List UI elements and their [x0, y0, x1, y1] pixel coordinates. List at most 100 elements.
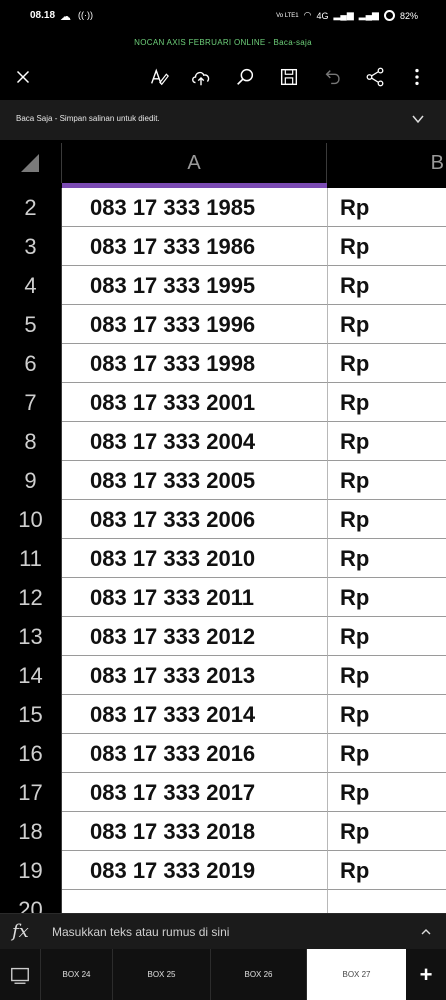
cell-a[interactable]: 083 17 333 1998 — [62, 344, 328, 383]
row-header[interactable]: 12 — [0, 578, 62, 617]
fx-icon: fx — [12, 921, 29, 942]
table-row: 12 083 17 333 2011 Rp — [0, 578, 446, 617]
hotspot-icon: ((·)) — [78, 10, 93, 20]
chevron-up-icon[interactable] — [420, 926, 432, 938]
cell-b[interactable]: Rp — [328, 656, 446, 695]
status-right: Vo LTE1 ◠ 4G ▂▄▆ ▂▄▆ 82% — [276, 10, 418, 21]
tab-box-27[interactable]: BOX 27 — [306, 949, 406, 1000]
cell-b[interactable]: Rp — [328, 383, 446, 422]
table-row: 6 083 17 333 1998 Rp — [0, 344, 446, 383]
cell-b[interactable]: Rp — [328, 227, 446, 266]
cell-b[interactable]: Rp — [328, 734, 446, 773]
formula-input[interactable]: Masukkan teks atau rumus di sini — [52, 925, 229, 939]
volte-label: Vo LTE1 — [276, 12, 299, 19]
row-header[interactable]: 8 — [0, 422, 62, 461]
cell-b[interactable]: Rp — [328, 812, 446, 851]
cell-a[interactable]: 083 17 333 2014 — [62, 695, 328, 734]
column-header-b[interactable]: B — [328, 143, 446, 183]
cell-a[interactable]: 083 17 333 2016 — [62, 734, 328, 773]
tab-box-24[interactable]: BOX 24 — [40, 949, 112, 1000]
table-row: 16 083 17 333 2016 Rp — [0, 734, 446, 773]
chevron-down-icon[interactable] — [410, 111, 426, 127]
row-header[interactable]: 20 — [0, 890, 62, 913]
row-header[interactable]: 10 — [0, 500, 62, 539]
row-header[interactable]: 5 — [0, 305, 62, 344]
cell-b[interactable]: Rp — [328, 266, 446, 305]
cell-a[interactable]: 083 17 333 2019 — [62, 851, 328, 890]
cell-b[interactable]: Rp — [328, 851, 446, 890]
cell-b[interactable]: Rp — [328, 695, 446, 734]
cell-a[interactable]: 083 17 333 2001 — [62, 383, 328, 422]
sheets-list-button[interactable] — [0, 949, 40, 1000]
table-row: 2 083 17 333 1985 Rp — [0, 188, 446, 227]
row-header[interactable]: 14 — [0, 656, 62, 695]
share-icon[interactable] — [362, 64, 388, 90]
table-row: 19 083 17 333 2019 Rp — [0, 851, 446, 890]
spreadsheet-grid: A B 2 083 17 333 1985 Rp 3 083 17 333 1986 Rp… — [0, 143, 446, 913]
signal-icon: ▂▄▆ — [333, 10, 354, 20]
cell-b[interactable]: Rp — [328, 539, 446, 578]
cell-a[interactable]: 083 17 333 1986 — [62, 227, 328, 266]
select-all-corner[interactable] — [0, 143, 62, 183]
save-icon[interactable] — [276, 64, 302, 90]
cell-a[interactable]: 083 17 333 2012 — [62, 617, 328, 656]
more-icon[interactable] — [404, 64, 430, 90]
tab-box-26[interactable]: BOX 26 — [210, 949, 306, 1000]
cell-a[interactable]: 083 17 333 2017 — [62, 773, 328, 812]
cell-b[interactable]: Rp — [328, 578, 446, 617]
cell-a[interactable]: 083 17 333 1995 — [62, 266, 328, 305]
undo-icon[interactable] — [320, 64, 346, 90]
column-header-a[interactable]: A — [62, 143, 327, 183]
cell-a[interactable]: 083 17 333 2011 — [62, 578, 328, 617]
cell-b[interactable]: Rp — [328, 461, 446, 500]
cell-b[interactable] — [328, 890, 446, 913]
cell-a[interactable]: 083 17 333 2004 — [62, 422, 328, 461]
wifi-icon: ◠ — [303, 10, 312, 20]
row-header[interactable]: 6 — [0, 344, 62, 383]
cell-a[interactable]: 083 17 333 2010 — [62, 539, 328, 578]
row-header[interactable]: 13 — [0, 617, 62, 656]
cell-b[interactable]: Rp — [328, 773, 446, 812]
formula-bar[interactable]: fx Masukkan teks atau rumus di sini — [0, 913, 446, 949]
row-header[interactable]: 17 — [0, 773, 62, 812]
cell-b[interactable]: Rp — [328, 617, 446, 656]
cell-a[interactable]: 083 17 333 2005 — [62, 461, 328, 500]
table-row: 10 083 17 333 2006 Rp — [0, 500, 446, 539]
cell-b[interactable]: Rp — [328, 500, 446, 539]
search-icon[interactable] — [232, 64, 258, 90]
network-label: 4G — [316, 10, 329, 21]
cloud-upload-icon[interactable] — [188, 64, 214, 90]
row-header[interactable]: 4 — [0, 266, 62, 305]
cell-b[interactable]: Rp — [328, 344, 446, 383]
row-header[interactable]: 7 — [0, 383, 62, 422]
row-header[interactable]: 15 — [0, 695, 62, 734]
row-header[interactable]: 16 — [0, 734, 62, 773]
cell-b[interactable]: Rp — [328, 422, 446, 461]
cell-a[interactable]: 083 17 333 1985 — [62, 188, 328, 227]
banner-text: Baca Saja - Simpan salinan untuk diedit. — [16, 114, 160, 123]
row-header[interactable]: 3 — [0, 227, 62, 266]
signal-icon-2: ▂▄▆ — [358, 10, 379, 20]
cell-a[interactable]: 083 17 333 2018 — [62, 812, 328, 851]
cell-b[interactable]: Rp — [328, 305, 446, 344]
table-row: 7 083 17 333 2001 Rp — [0, 383, 446, 422]
cell-a[interactable]: 083 17 333 2006 — [62, 500, 328, 539]
row-header[interactable]: 19 — [0, 851, 62, 890]
row-header[interactable]: 9 — [0, 461, 62, 500]
close-icon[interactable] — [10, 64, 36, 90]
cell-a[interactable]: 083 17 333 2013 — [62, 656, 328, 695]
row-header[interactable]: 18 — [0, 812, 62, 851]
cell-a[interactable]: 083 17 333 1996 — [62, 305, 328, 344]
cell-b[interactable]: Rp — [328, 188, 446, 227]
table-row: 13 083 17 333 2012 Rp — [0, 617, 446, 656]
tab-box-25[interactable]: BOX 25 — [112, 949, 210, 1000]
edit-icon[interactable] — [146, 64, 172, 90]
table-row: 4 083 17 333 1995 Rp — [0, 266, 446, 305]
table-row: 9 083 17 333 2005 Rp — [0, 461, 446, 500]
toolbar — [0, 56, 446, 98]
row-header[interactable]: 2 — [0, 188, 62, 227]
add-sheet-button[interactable]: + — [406, 949, 446, 1000]
read-only-banner: Baca Saja - Simpan salinan untuk diedit. — [0, 100, 446, 140]
row-header[interactable]: 11 — [0, 539, 62, 578]
cell-a[interactable] — [62, 890, 328, 913]
